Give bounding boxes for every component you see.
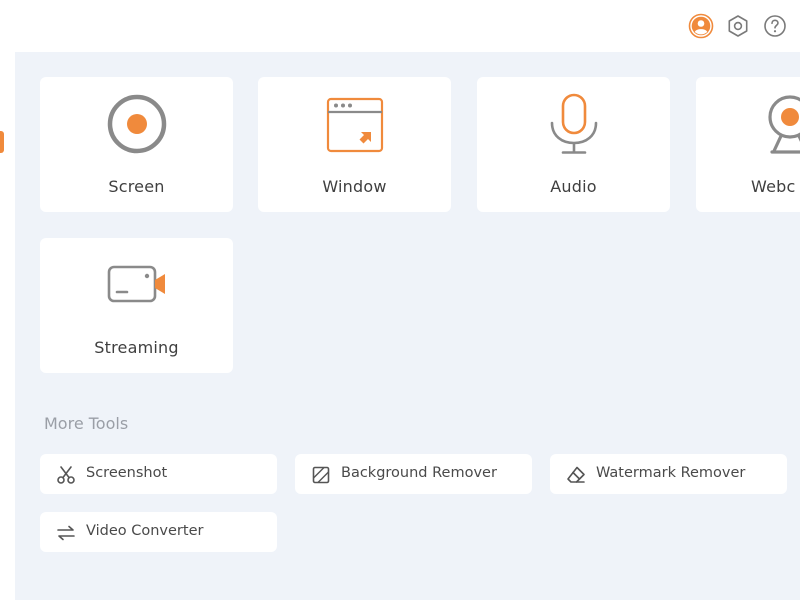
streaming-recorder-card[interactable]: Streaming: [40, 238, 233, 373]
microphone-icon: [550, 93, 597, 154]
gear-icon[interactable]: [725, 13, 751, 39]
eraser-icon: [567, 466, 585, 483]
screen-record-icon: [107, 94, 166, 154]
user-icon[interactable]: [688, 13, 714, 39]
top-bar: [0, 0, 800, 52]
sidebar-active-marker: [0, 131, 4, 153]
convert-arrows-icon: [57, 525, 75, 541]
webcam-label: Webc: [751, 177, 796, 196]
video-converter-label: Video Converter: [86, 523, 204, 539]
background-remover-label: Background Remover: [341, 465, 497, 481]
sidebar: [0, 52, 15, 600]
screenshot-label: Screenshot: [86, 465, 168, 481]
screen-label: Screen: [108, 177, 165, 196]
background-remover-icon: [312, 466, 330, 484]
window-label: Window: [322, 177, 387, 196]
watermark-remover-label: Watermark Remover: [596, 465, 746, 481]
screen-recorder-card[interactable]: Screen: [40, 77, 233, 212]
audio-label: Audio: [550, 177, 597, 196]
window-record-icon: [326, 97, 383, 153]
watermark-remover-tool[interactable]: Watermark Remover: [550, 454, 787, 494]
background-remover-tool[interactable]: Background Remover: [295, 454, 532, 494]
help-icon[interactable]: [762, 13, 788, 39]
streaming-icon: [107, 265, 165, 303]
webcam-recorder-card[interactable]: Webc: [696, 77, 800, 212]
screenshot-tool[interactable]: Screenshot: [40, 454, 277, 494]
window-recorder-card[interactable]: Window: [258, 77, 451, 212]
streaming-label: Streaming: [94, 338, 179, 357]
audio-recorder-card[interactable]: Audio: [477, 77, 670, 212]
webcam-icon: [768, 95, 800, 154]
video-converter-tool[interactable]: Video Converter: [40, 512, 277, 552]
scissors-icon: [57, 466, 75, 484]
more-tools-title: More Tools: [44, 414, 129, 433]
